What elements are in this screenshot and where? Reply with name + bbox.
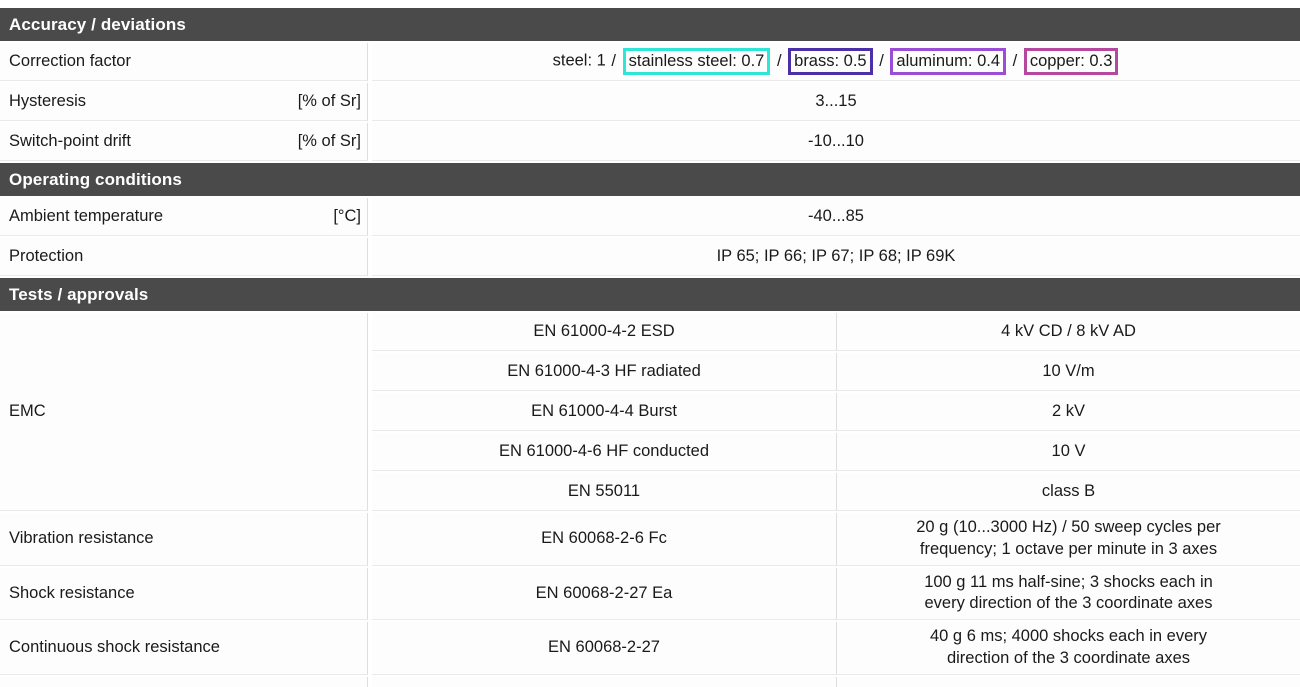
table-row-switch-point-drift: Switch-point drift [% of Sr] -10...10 [0, 123, 1300, 161]
row-label-vibration-resistance: Vibration resistance [0, 513, 368, 566]
emc-standard-en55011: EN 55011 [372, 473, 837, 511]
row-value-vibration-resistance: 20 g (10...3000 Hz) / 50 sweep cycles pe… [837, 513, 1300, 566]
table-row-shock-resistance: Shock resistance EN 60068-2-27 Ea 100 g … [0, 567, 1300, 621]
label-text: Shock resistance [9, 583, 135, 602]
label-text: Protection [9, 247, 84, 265]
section-header-operating-conditions: Operating conditions [0, 163, 1300, 196]
label-text: Hysteresis [9, 92, 87, 110]
value-line-1: 100 g 11 ms half-sine; 3 shocks each in [924, 572, 1213, 591]
label-unit: [°C] [333, 207, 361, 225]
row-value-switch-point-drift: -10...10 [372, 123, 1300, 161]
table-row-hysteresis: Hysteresis [% of Sr] 3...15 [0, 83, 1300, 121]
value-line-2: frequency; 1 octave per minute in 3 axes [919, 539, 1218, 558]
table-group-emc: EMC EN 61000-4-2 ESD 4 kV CD / 8 kV AD E… [0, 313, 1300, 511]
label-unit: [% of Sr] [297, 92, 361, 110]
table-row-vibration-resistance: Vibration resistance EN 60068-2-6 Fc 20 … [0, 513, 1300, 566]
label-text: Continuous shock resistance [9, 638, 220, 657]
row-standard-continuous-shock-resistance: EN 60068-2-27 [372, 622, 837, 675]
table-row-protection: Protection IP 65; IP 66; IP 67; IP 68; I… [0, 238, 1300, 276]
separator-4: / [1012, 51, 1018, 70]
table-row-continuous-shock-resistance: Continuous shock resistance EN 60068-2-2… [0, 622, 1300, 675]
row-value-ambient-temperature: -40...85 [372, 198, 1300, 236]
emc-value-en55011: class B [837, 473, 1300, 511]
correction-factor-stainless-steel-chip: stainless steel: 0.7 [622, 48, 771, 75]
separator-1: / [611, 51, 617, 70]
separator-2: / [776, 51, 782, 70]
table-row-partially-visible [0, 676, 1300, 687]
table-row: EN 61000-4-6 HF conducted 10 V [372, 433, 1300, 471]
section-header-accuracy: Accuracy / deviations [0, 8, 1300, 41]
emc-standard-hf-radiated: EN 61000-4-3 HF radiated [372, 353, 837, 391]
table-row: EN 61000-4-4 Burst 2 kV [372, 393, 1300, 431]
emc-standard-esd: EN 61000-4-2 ESD [372, 313, 837, 351]
row-value-continuous-shock-resistance: 40 g 6 ms; 4000 shocks each in every dir… [837, 622, 1300, 675]
row-label-continuous-shock-resistance: Continuous shock resistance [0, 622, 368, 675]
row-standard-vibration-resistance: EN 60068-2-6 Fc [372, 513, 837, 566]
separator-3: / [879, 51, 884, 70]
correction-factor-copper-chip: copper: 0.3 [1023, 48, 1119, 75]
emc-value-hf-radiated: 10 V/m [837, 353, 1300, 391]
table-row-correction-factor: Correction factor steel: 1 / stainless s… [0, 43, 1300, 81]
data-sheet-table: Accuracy / deviations Correction factor … [0, 0, 1300, 687]
label-text: Correction factor [9, 52, 131, 70]
table-row-ambient-temperature: Ambient temperature [°C] -40...85 [0, 198, 1300, 236]
value-multiline: 20 g (10...3000 Hz) / 50 sweep cycles pe… [845, 517, 1292, 561]
row-value-correction-factor: steel: 1 / stainless steel: 0.7 / brass:… [372, 43, 1300, 81]
table-row: EN 61000-4-2 ESD 4 kV CD / 8 kV AD [372, 313, 1300, 351]
emc-standard-burst: EN 61000-4-4 Burst [372, 393, 837, 431]
emc-standard-hf-conducted: EN 61000-4-6 HF conducted [372, 433, 837, 471]
correction-factor-steel: steel: 1 [552, 51, 606, 70]
row-label-protection: Protection [0, 238, 368, 276]
row-value-hysteresis: 3...15 [372, 83, 1300, 121]
emc-rows: EN 61000-4-2 ESD 4 kV CD / 8 kV AD EN 61… [372, 313, 1300, 511]
row-standard-shock-resistance: EN 60068-2-27 Ea [372, 567, 837, 621]
label-unit: [% of Sr] [297, 132, 361, 150]
value-line-1: 40 g 6 ms; 4000 shocks each in every [930, 627, 1207, 646]
row-standard-partially-visible [372, 676, 837, 687]
row-label-ambient-temperature: Ambient temperature [°C] [0, 198, 368, 236]
value-multiline: 40 g 6 ms; 4000 shocks each in every dir… [845, 626, 1292, 670]
correction-factor-aluminum-chip: aluminum: 0.4 [890, 48, 1007, 75]
label-text: Vibration resistance [9, 529, 154, 548]
row-label-partially-visible [0, 676, 368, 687]
group-label-emc: EMC [0, 313, 368, 511]
row-label-correction-factor: Correction factor [0, 43, 368, 81]
emc-value-hf-conducted: 10 V [837, 433, 1300, 471]
emc-value-burst: 2 kV [837, 393, 1300, 431]
value-line-2: every direction of the 3 coordinate axes [924, 594, 1213, 613]
row-value-protection: IP 65; IP 66; IP 67; IP 68; IP 69K [372, 238, 1300, 276]
row-label-hysteresis: Hysteresis [% of Sr] [0, 83, 368, 121]
value-line-1: 20 g (10...3000 Hz) / 50 sweep cycles pe… [916, 518, 1221, 536]
table-row: EN 55011 class B [372, 473, 1300, 511]
row-value-shock-resistance: 100 g 11 ms half-sine; 3 shocks each in … [837, 567, 1300, 621]
value-multiline: 100 g 11 ms half-sine; 3 shocks each in … [845, 572, 1292, 616]
emc-value-esd: 4 kV CD / 8 kV AD [837, 313, 1300, 351]
value-line-2: direction of the 3 coordinate axes [946, 648, 1191, 667]
section-header-tests-approvals: Tests / approvals [0, 278, 1300, 311]
row-value-partially-visible [837, 676, 1300, 687]
label-text: Ambient temperature [9, 207, 164, 225]
label-text: Switch-point drift [9, 132, 131, 150]
row-label-switch-point-drift: Switch-point drift [% of Sr] [0, 123, 368, 161]
row-label-shock-resistance: Shock resistance [0, 567, 368, 621]
correction-factor-list: steel: 1 / stainless steel: 0.7 / brass:… [552, 48, 1120, 75]
correction-factor-brass-chip: brass: 0.5 [788, 48, 873, 75]
table-row: EN 61000-4-3 HF radiated 10 V/m [372, 353, 1300, 391]
